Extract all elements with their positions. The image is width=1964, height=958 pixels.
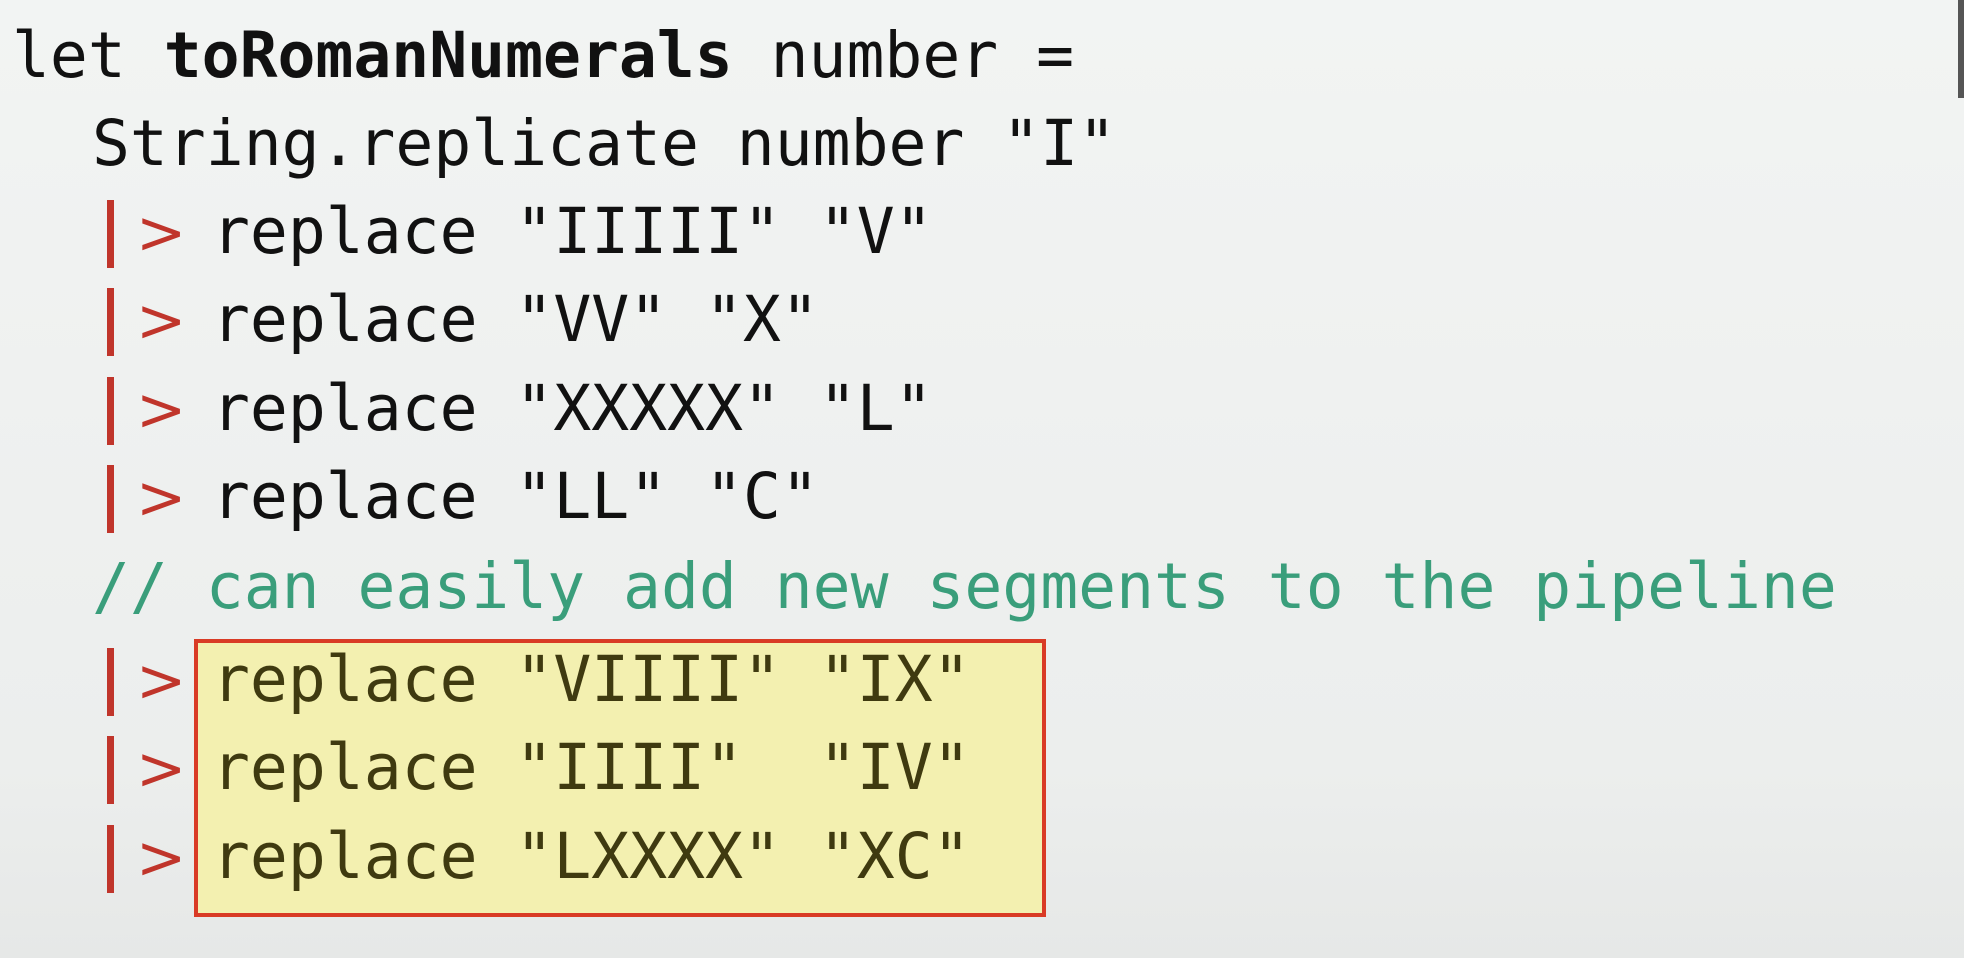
pipe-arrow-2: >	[136, 286, 187, 356]
pipe-arrow-3: >	[136, 375, 187, 445]
pipe-arrow-4: >	[136, 463, 187, 533]
pipe-bar-6	[107, 736, 114, 804]
pipeline-line-3: replace "XXXXX" "L"	[212, 372, 933, 445]
pipe-bar-3	[107, 377, 114, 445]
code-comment: // can easily add new segments to the pi…	[92, 550, 1837, 623]
let-keyword: let	[12, 19, 164, 92]
function-signature: number =	[732, 19, 1075, 92]
code-line-let: let toRomanNumerals number =	[12, 12, 1074, 100]
highlighted-line-2: replace "IIII" "IV"	[212, 731, 971, 804]
code-line-replicate: String.replicate number "I"	[92, 107, 1117, 180]
pipe-arrow-6: >	[136, 734, 187, 804]
pipe-arrow-5: >	[136, 646, 187, 716]
highlighted-line-1: replace "VIIII" "IX"	[212, 643, 971, 716]
pipe-bar-2	[107, 288, 114, 356]
function-name: toRomanNumerals	[163, 19, 733, 92]
pipeline-line-2: replace "VV" "X"	[212, 283, 819, 356]
highlighted-line-3: replace "LXXXX" "XC"	[212, 820, 971, 893]
pipeline-line-1: replace "IIIII" "V"	[212, 195, 933, 268]
code-slide: let toRomanNumerals number = String.repl…	[0, 0, 1964, 958]
pipe-bar-7	[107, 825, 114, 893]
pipe-bar-1	[107, 200, 114, 268]
pipe-bar-5	[107, 648, 114, 716]
pipe-arrow-7: >	[136, 823, 187, 893]
window-edge	[1958, 0, 1964, 98]
pipe-bar-4	[107, 465, 114, 533]
pipeline-line-4: replace "LL" "C"	[212, 460, 819, 533]
pipe-arrow-1: >	[136, 198, 187, 268]
